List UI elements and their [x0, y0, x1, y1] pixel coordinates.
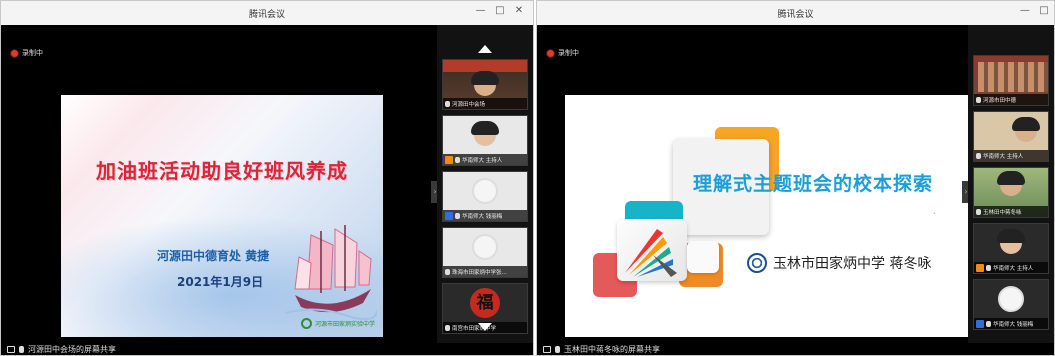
recording-indicator: 录制中 — [11, 48, 43, 58]
microphone-icon — [976, 208, 981, 215]
fu-avatar: 福 — [470, 288, 500, 318]
slide-school: 玉林市田家炳中学 蒋冬咏 — [747, 253, 931, 273]
title-bar: 腾讯会议 — □ ✕ — [1, 1, 533, 25]
color-swatch-icon — [625, 229, 677, 277]
meeting-window-left: 腾讯会议 — □ ✕ 录制中 加油班活动助良好班风养成 河源田中德育处 黄捷 2… — [0, 0, 534, 356]
record-dot-icon — [11, 49, 18, 57]
host-badge-icon — [976, 263, 984, 272]
avatar — [998, 286, 1024, 312]
microphone-icon — [445, 268, 450, 275]
participant-tile[interactable]: 华南师大 主持人 — [973, 111, 1049, 162]
minimize-button[interactable]: — — [473, 5, 489, 16]
slide-title: 加油班活动助良好班风养成 — [96, 159, 348, 183]
participant-tile[interactable]: 华南师大 主持人 — [442, 115, 528, 166]
presentation-slide: 理解式主题班会的校本探索 • 玉林市田家炳中学 蒋冬咏 — [565, 95, 969, 337]
recording-label: 录制中 — [22, 49, 43, 57]
host-badge-icon — [445, 155, 453, 164]
participant-tile[interactable]: 珠海市田家炳中学张... — [442, 227, 528, 278]
window-title: 腾讯会议 — [777, 10, 814, 20]
shared-screen-area: 录制中 理解式主题班会的校本探索 • 玉林市田家炳中学 蒋冬咏 › — [537, 25, 970, 343]
scroll-up-arrow-icon[interactable] — [478, 45, 492, 53]
cohost-badge-icon — [976, 319, 984, 328]
microphone-icon — [455, 156, 460, 163]
microphone-icon — [976, 96, 981, 103]
microphone-icon — [986, 264, 991, 271]
presentation-slide: 加油班活动助良好班风养成 河源田中德育处 黄捷 2021年1月9日 河源市田家炳… — [61, 95, 383, 337]
microphone-icon — [986, 320, 991, 327]
school-logo: 河源市田家炳实验中学 — [300, 318, 375, 329]
microphone-icon — [445, 324, 450, 331]
sailing-ship-icon — [285, 225, 377, 321]
recording-indicator: 录制中 — [547, 48, 579, 58]
school-seal-icon — [747, 253, 767, 273]
logo-text: 河源市田家炳实验中学 — [314, 321, 375, 328]
slide-date: 2021年1月9日 — [177, 275, 264, 289]
window-controls: — □ ✕ — [473, 5, 527, 16]
microphone-icon — [19, 345, 24, 353]
participant-tile[interactable]: 华南师大 钱丽梅 — [973, 279, 1049, 330]
slide-author: 河源田中德育处 黄捷 — [157, 249, 270, 263]
participant-tile[interactable]: 河源田中会场 — [442, 59, 528, 110]
microphone-icon — [455, 212, 460, 219]
avatar — [472, 178, 498, 204]
screen-share-icon — [543, 345, 551, 353]
participant-tile[interactable]: 华南师大 主持人 — [973, 223, 1049, 274]
participant-tile[interactable]: 河源市田中德 — [973, 55, 1049, 106]
microphone-icon — [976, 152, 981, 159]
participant-tile[interactable]: 玉林田中蒋冬咏 — [973, 167, 1049, 218]
scroll-down-arrow-icon[interactable] — [478, 323, 492, 331]
school-emblem-icon — [300, 318, 312, 329]
share-status-bar: 玉林田中蒋冬咏的屏幕共享 — [537, 343, 1054, 355]
shared-screen-area: 录制中 加油班活动助良好班风养成 河源田中德育处 黄捷 2021年1月9日 河源… — [1, 25, 439, 343]
avatar — [472, 234, 498, 260]
minimize-button[interactable]: — — [1017, 5, 1033, 16]
share-status-bar: 河源田中会场的屏幕共享 — [1, 343, 533, 355]
meeting-window-right: 腾讯会议 — □ 录制中 理解式主题班会的校本探索 • 玉林市田家炳中学 蒋冬咏… — [536, 0, 1055, 356]
participant-strip: 河源市田中德 华南师大 主持人 玉林田中蒋冬咏 华南师大 主持人 华南师大 钱丽… — [968, 25, 1054, 343]
cohost-badge-icon — [445, 211, 453, 220]
participant-tile[interactable]: 华南师大 钱丽梅 — [442, 171, 528, 222]
share-label: 玉林田中蒋冬咏的屏幕共享 — [564, 344, 660, 354]
microphone-icon — [555, 345, 560, 353]
slide-title: 理解式主题班会的校本探索 — [693, 173, 934, 195]
microphone-icon — [445, 100, 450, 107]
close-button[interactable]: ✕ — [511, 5, 527, 16]
recording-label: 录制中 — [558, 49, 579, 57]
maximize-button[interactable]: □ — [1036, 5, 1052, 16]
screen-share-icon — [7, 345, 15, 353]
window-title: 腾讯会议 — [248, 10, 285, 20]
record-dot-icon — [547, 49, 554, 57]
window-controls: — □ — [1017, 5, 1052, 16]
participant-strip: 河源田中会场 华南师大 主持人 华南师大 钱丽梅 珠海市田家炳中学张... 福 … — [437, 25, 533, 343]
share-label: 河源田中会场的屏幕共享 — [28, 344, 116, 354]
maximize-button[interactable]: □ — [492, 5, 508, 16]
title-bar: 腾讯会议 — □ — [537, 1, 1054, 25]
